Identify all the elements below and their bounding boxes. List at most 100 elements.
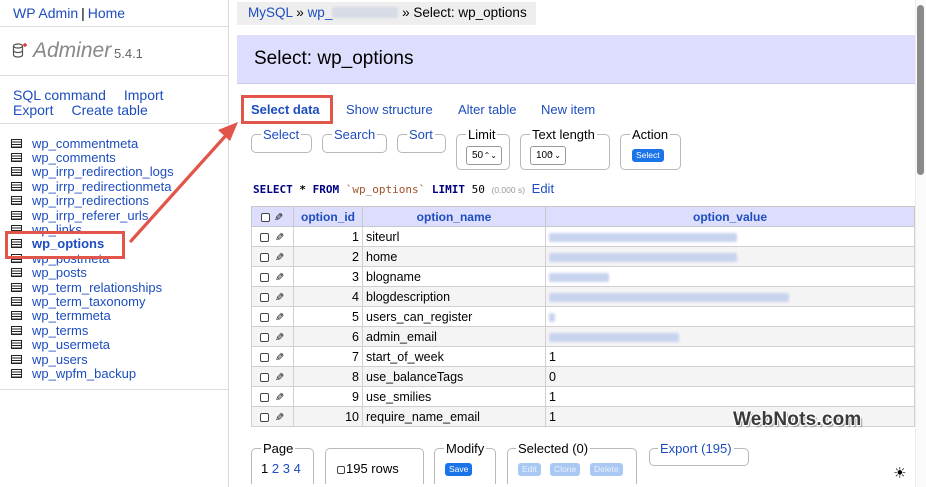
edit-row-icon[interactable]: ✎ bbox=[275, 251, 284, 264]
text-length-input[interactable]: 100 ⌃⌄ bbox=[530, 146, 566, 165]
edit-row-icon[interactable]: ✎ bbox=[275, 371, 284, 384]
row-checkbox[interactable] bbox=[260, 272, 270, 282]
table-icon[interactable] bbox=[11, 282, 22, 292]
cell-option-value[interactable] bbox=[545, 326, 915, 347]
select-all-checkbox[interactable] bbox=[261, 212, 271, 222]
cell-option-name[interactable]: blogdescription bbox=[362, 286, 546, 307]
edit-selected-button[interactable]: Edit bbox=[518, 463, 541, 476]
cell-option-id[interactable]: 8 bbox=[293, 366, 363, 387]
cell-option-id[interactable]: 2 bbox=[293, 246, 363, 267]
cell-option-value[interactable] bbox=[545, 246, 915, 267]
select-columns-legend[interactable]: Select bbox=[261, 127, 302, 142]
breadcrumb-mysql[interactable]: MySQL bbox=[248, 5, 293, 20]
edit-row-icon[interactable]: ✎ bbox=[275, 291, 284, 304]
cell-option-id[interactable]: 6 bbox=[293, 326, 363, 347]
table-icon[interactable] bbox=[11, 239, 22, 249]
tab-select-data[interactable]: Select data bbox=[251, 102, 320, 117]
home-link[interactable]: Home bbox=[88, 5, 125, 21]
table-icon[interactable] bbox=[11, 153, 22, 163]
row-checkbox[interactable] bbox=[260, 312, 270, 322]
cell-option-name[interactable]: home bbox=[362, 246, 546, 267]
sidebar-item-table[interactable]: wp_irrp_redirectionmeta bbox=[32, 179, 171, 194]
select-columns-fieldset[interactable]: Select bbox=[251, 127, 312, 153]
row-checkbox[interactable] bbox=[260, 292, 270, 302]
edit-row-icon[interactable]: ✎ bbox=[275, 331, 284, 344]
cell-option-id[interactable]: 3 bbox=[293, 266, 363, 287]
table-icon[interactable] bbox=[11, 268, 22, 278]
sidebar-item-table[interactable]: wp_termmeta bbox=[32, 308, 111, 323]
search-fieldset[interactable]: Search bbox=[322, 127, 387, 153]
delete-selected-button[interactable]: Delete bbox=[590, 463, 623, 476]
sidebar-item-table[interactable]: wp_irrp_redirection_logs bbox=[32, 164, 174, 179]
edit-row-icon[interactable]: ✎ bbox=[275, 411, 284, 424]
cell-option-id[interactable]: 4 bbox=[293, 286, 363, 307]
cell-option-id[interactable]: 10 bbox=[293, 406, 363, 427]
sort-legend[interactable]: Sort bbox=[407, 127, 435, 142]
export-link[interactable]: Export bbox=[13, 103, 53, 117]
cell-option-value[interactable]: 0 bbox=[545, 366, 915, 387]
sql-command-link[interactable]: SQL command bbox=[13, 88, 106, 102]
tab-alter-table[interactable]: Alter table bbox=[458, 102, 517, 117]
page-link-3[interactable]: 3 bbox=[283, 461, 290, 476]
wp-admin-link[interactable]: WP Admin bbox=[13, 5, 78, 21]
cell-option-name[interactable]: blogname bbox=[362, 266, 546, 287]
table-icon[interactable] bbox=[11, 138, 22, 148]
cell-option-value[interactable]: 1 bbox=[545, 346, 915, 367]
table-icon[interactable] bbox=[11, 368, 22, 378]
cell-option-value[interactable] bbox=[545, 286, 915, 307]
sidebar-item-table[interactable]: wp_usermeta bbox=[32, 337, 110, 352]
create-table-link[interactable]: Create table bbox=[71, 103, 147, 117]
import-link[interactable]: Import bbox=[124, 88, 164, 102]
table-icon[interactable] bbox=[11, 210, 22, 220]
row-checkbox[interactable] bbox=[260, 392, 270, 402]
sidebar-item-table[interactable]: wp_wpfm_backup bbox=[32, 366, 136, 381]
table-icon[interactable] bbox=[11, 296, 22, 306]
table-icon[interactable] bbox=[11, 181, 22, 191]
table-icon[interactable] bbox=[11, 196, 22, 206]
clone-selected-button[interactable]: Clone bbox=[550, 463, 581, 476]
table-icon[interactable] bbox=[11, 340, 22, 350]
tab-show-structure[interactable]: Show structure bbox=[346, 102, 433, 117]
page-link-2[interactable]: 2 bbox=[272, 461, 279, 476]
select-submit-button[interactable]: Select bbox=[632, 149, 664, 162]
sidebar-item-table[interactable]: wp_links bbox=[32, 222, 82, 237]
edit-query-link[interactable]: Edit bbox=[532, 181, 554, 196]
cell-option-id[interactable]: 7 bbox=[293, 346, 363, 367]
cell-option-name[interactable]: require_name_email bbox=[362, 406, 546, 427]
cell-option-name[interactable]: use_smilies bbox=[362, 386, 546, 407]
table-icon[interactable] bbox=[11, 311, 22, 321]
sidebar-item-table[interactable]: wp_term_taxonomy bbox=[32, 294, 145, 309]
cell-option-value[interactable] bbox=[545, 306, 915, 327]
spinner-icon[interactable]: ⌃⌄ bbox=[548, 147, 561, 164]
table-icon[interactable] bbox=[11, 325, 22, 335]
export-legend[interactable]: Export (195) bbox=[658, 441, 734, 456]
row-checkbox[interactable] bbox=[260, 352, 270, 362]
sidebar-item-table[interactable]: wp_irrp_referer_urls bbox=[32, 208, 148, 223]
app-name[interactable]: Adminer bbox=[33, 39, 111, 63]
spinner-icon[interactable]: ⌃⌄ bbox=[484, 147, 497, 164]
cell-option-value[interactable] bbox=[545, 266, 915, 287]
cell-option-id[interactable]: 5 bbox=[293, 306, 363, 327]
page-link-4[interactable]: 4 bbox=[294, 461, 301, 476]
sidebar-item-table[interactable]: wp_users bbox=[32, 352, 88, 367]
cell-option-value[interactable] bbox=[545, 226, 915, 247]
edit-row-icon[interactable]: ✎ bbox=[275, 311, 284, 324]
edit-row-icon[interactable]: ✎ bbox=[275, 391, 284, 404]
whole-result-toggle[interactable]: 195 rows bbox=[337, 461, 399, 476]
column-header-option-id[interactable]: option_id bbox=[293, 206, 363, 227]
scrollbar-thumb[interactable] bbox=[917, 5, 924, 175]
sidebar-item-table[interactable]: wp_term_relationships bbox=[32, 280, 162, 295]
row-checkbox[interactable] bbox=[260, 252, 270, 262]
breadcrumb-database[interactable]: wp_ bbox=[308, 5, 399, 20]
theme-toggle-sun-icon[interactable]: ☀ bbox=[893, 464, 906, 482]
edit-row-icon[interactable]: ✎ bbox=[275, 231, 284, 244]
cell-option-name[interactable]: siteurl bbox=[362, 226, 546, 247]
row-checkbox[interactable] bbox=[260, 232, 270, 242]
sidebar-item-table[interactable]: wp_postmeta bbox=[32, 251, 109, 266]
table-icon[interactable] bbox=[11, 167, 22, 177]
table-icon[interactable] bbox=[11, 225, 22, 235]
sidebar-item-table[interactable]: wp_comments bbox=[32, 150, 116, 165]
save-button[interactable]: Save bbox=[445, 463, 473, 476]
row-checkbox[interactable] bbox=[260, 332, 270, 342]
column-header-option-value[interactable]: option_value bbox=[545, 206, 915, 227]
